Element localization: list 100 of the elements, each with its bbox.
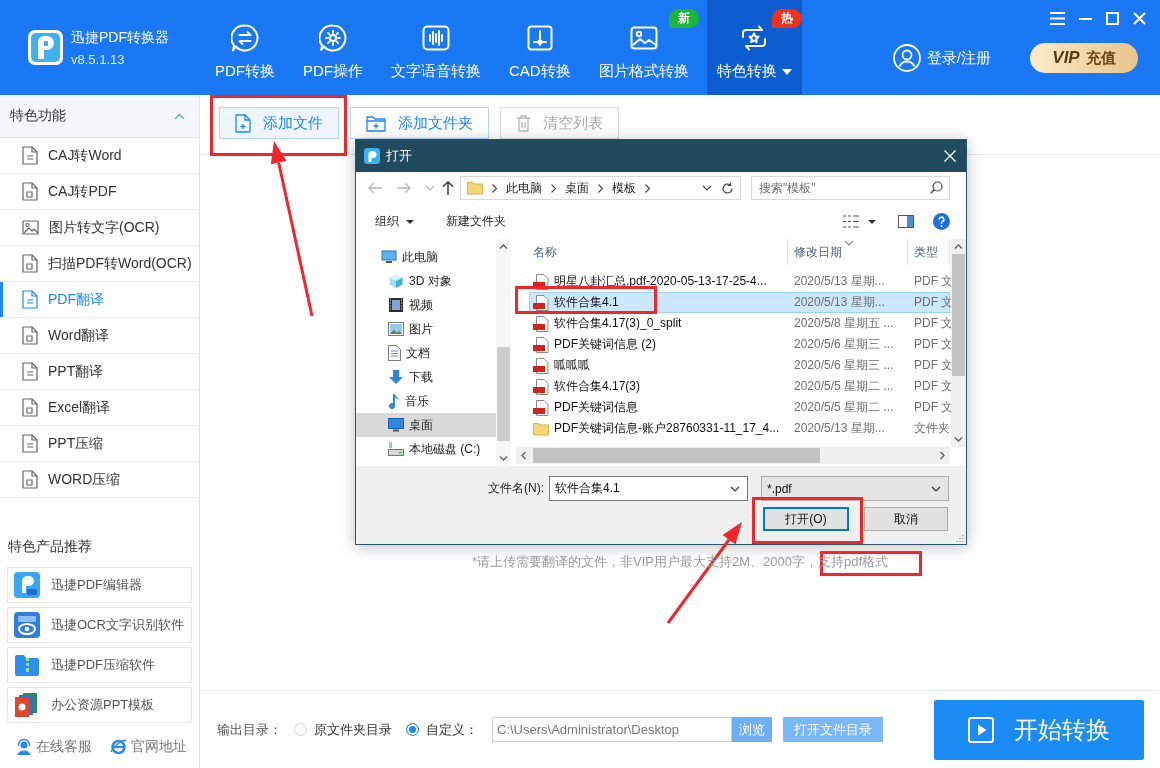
sidebar-item[interactable]: Excel翻译 <box>0 390 199 426</box>
tree-item[interactable]: 本地磁盘 (C:) <box>356 437 496 461</box>
filename-combobox[interactable]: 软件合集4.1 <box>549 476 748 501</box>
vip-recharge-button[interactable]: VIP 充值 <box>1030 43 1138 73</box>
radio-icon[interactable] <box>406 723 419 736</box>
breadcrumb-item[interactable]: 模板 <box>612 179 636 197</box>
product-link[interactable]: 办公资源PPT模板 <box>7 687 192 723</box>
search-field[interactable]: 搜索"模板" <box>751 176 950 200</box>
nav-tab[interactable]: PDF转换 <box>205 0 285 95</box>
column-header[interactable]: 名称 <box>529 239 788 265</box>
document-icon <box>22 326 38 345</box>
file-type: PDF 文 <box>913 378 950 395</box>
sidebar-item[interactable]: WORD压缩 <box>0 462 199 498</box>
command-button[interactable]: 组织 <box>373 213 416 230</box>
drive-icon <box>388 442 404 456</box>
pdf-file-icon <box>533 357 549 374</box>
sidebar-item[interactable]: Word翻译 <box>0 318 199 354</box>
scroll-left-icon <box>519 451 528 460</box>
column-header[interactable]: 类型 <box>908 239 950 265</box>
section-toggle[interactable]: 特色功能 <box>0 95 199 138</box>
file-row[interactable]: 呱呱呱 2020/5/6 星期三 ... PDF 文 <box>529 355 950 376</box>
nav-tab[interactable]: CAD转换 <box>499 0 581 95</box>
tree-item[interactable]: 桌面 <box>356 413 496 437</box>
nav-tab[interactable]: 文字语音转换 <box>381 0 491 95</box>
document-icon <box>22 182 38 201</box>
menu-icon[interactable] <box>1050 11 1065 25</box>
product-link[interactable]: 迅捷PDF编辑器 <box>7 567 192 603</box>
sidebar-item[interactable]: 图片转文字(OCR) <box>0 210 199 246</box>
radio-option[interactable]: 自定义： <box>406 720 478 739</box>
help-icon[interactable] <box>933 213 950 230</box>
file-row[interactable]: 明星八卦汇总.pdf-2020-05-13-17-25-4... 2020/5/13 星期... PDF 文 <box>529 271 950 292</box>
view-options-icon[interactable] <box>843 215 859 228</box>
tree-item[interactable]: 3D 对象 <box>356 269 496 293</box>
file-name: 明星八卦汇总.pdf-2020-05-13-17-25-4... <box>554 273 767 290</box>
radio-option[interactable]: 原文件夹目录 <box>294 720 392 739</box>
scroll-up-icon <box>499 242 508 251</box>
tree-item[interactable]: 图片 <box>356 317 496 341</box>
file-name: PDF关键词信息 <box>554 399 638 416</box>
sidebar-item[interactable]: 扫描PDF转Word(OCR) <box>0 246 199 282</box>
tree-item[interactable]: 此电脑 <box>356 245 496 269</box>
refresh-icon[interactable] <box>721 181 734 195</box>
command-button[interactable]: 新建文件夹 <box>444 213 508 230</box>
file-name: PDF关键词信息-账户28760331-11_17_4... <box>554 420 780 437</box>
file-date: 2020/5/13 星期... <box>793 294 886 311</box>
file-row[interactable]: PDF关键词信息 (2) 2020/5/6 星期三 ... PDF 文 <box>529 334 950 355</box>
file-row[interactable]: 软件合集4.17(3) 2020/5/5 星期二 ... PDF 文 <box>529 376 950 397</box>
scroll-up-icon <box>954 242 963 251</box>
scrollbar-thumb[interactable] <box>952 254 965 376</box>
file-row[interactable]: 软件合集4.17(3)_0_split 2020/5/8 星期五 ... PDF 文 <box>529 313 950 334</box>
sidebar-item[interactable]: CAJ转Word <box>0 138 199 174</box>
pdf-file-icon <box>533 399 549 416</box>
sidebar-item[interactable]: PDF翻译 <box>0 282 199 318</box>
caret-down-icon <box>931 485 941 492</box>
tree-item[interactable]: 下载 <box>356 365 496 389</box>
scrollbar-thumb[interactable] <box>497 347 510 441</box>
tree-item[interactable]: 音乐 <box>356 389 496 413</box>
tree-item[interactable]: 文档 <box>356 341 496 365</box>
scroll-down-icon <box>499 454 508 463</box>
image-icon <box>629 24 658 52</box>
sidebar-item[interactable]: CAJ转PDF <box>0 174 199 210</box>
filetype-combobox[interactable]: *.pdf <box>761 476 949 501</box>
sort-caret-icon <box>843 240 854 246</box>
dialog-button[interactable]: 打开(O) <box>763 507 849 531</box>
breadcrumb-item[interactable]: 此电脑 <box>506 179 542 197</box>
file-row[interactable]: PDF关键词信息 2020/5/5 星期二 ... PDF 文 <box>529 397 950 418</box>
chevron-right-icon <box>598 183 603 193</box>
file-name: PDF关键词信息 (2) <box>554 336 656 353</box>
sidebar-item[interactable]: PPT翻译 <box>0 354 199 390</box>
app-version: v8.5.1.13 <box>71 51 126 67</box>
preview-pane-icon[interactable] <box>898 215 914 228</box>
drafting-square-icon <box>525 24 554 52</box>
nav-tab[interactable]: 特色转换 热 <box>706 0 802 95</box>
resize-grip-icon <box>955 533 964 542</box>
product-link[interactable]: 迅捷OCR文字识别软件 <box>7 607 192 643</box>
nav-tab[interactable]: PDF操作 <box>293 0 373 95</box>
app-icon <box>364 148 380 164</box>
column-header[interactable]: 修改日期 <box>788 239 908 265</box>
toolbar-button[interactable]: 添加文件夹 <box>350 107 489 139</box>
dialog-button[interactable]: 取消 <box>864 507 948 531</box>
document-icon <box>22 470 38 489</box>
file-date: 2020/5/13 星期... <box>793 273 886 290</box>
support-link[interactable]: 官网地址 <box>110 738 187 756</box>
breadcrumb-item[interactable]: 桌面 <box>565 179 589 197</box>
file-row[interactable]: 软件合集4.1 2020/5/13 星期... PDF 文 <box>529 292 950 313</box>
path-field[interactable]: C:\Users\Administrator\Desktop <box>492 717 732 742</box>
up-arrow-icon[interactable] <box>441 180 455 196</box>
close-icon[interactable] <box>944 150 956 162</box>
support-link[interactable]: 在线客服 <box>16 738 92 756</box>
sidebar-item[interactable]: PPT压缩 <box>0 426 199 462</box>
tree-item[interactable]: 视频 <box>356 293 496 317</box>
slides-stack-icon <box>14 692 40 718</box>
address-bar[interactable]: 此电脑 桌面 模板 <box>460 176 741 200</box>
maximize-icon[interactable] <box>1106 11 1119 25</box>
search-icon <box>930 181 943 194</box>
file-name: 呱呱呱 <box>554 357 590 374</box>
file-row[interactable]: PDF关键词信息-账户28760331-11_17_4... 2020/5/13 星期... 文件夹 <box>529 418 950 439</box>
product-link[interactable]: 迅捷PDF压缩软件 <box>7 647 192 683</box>
login-link[interactable]: 登录/注册 <box>892 44 991 72</box>
scrollbar-thumb[interactable] <box>533 448 820 463</box>
close-icon[interactable] <box>1133 11 1146 25</box>
